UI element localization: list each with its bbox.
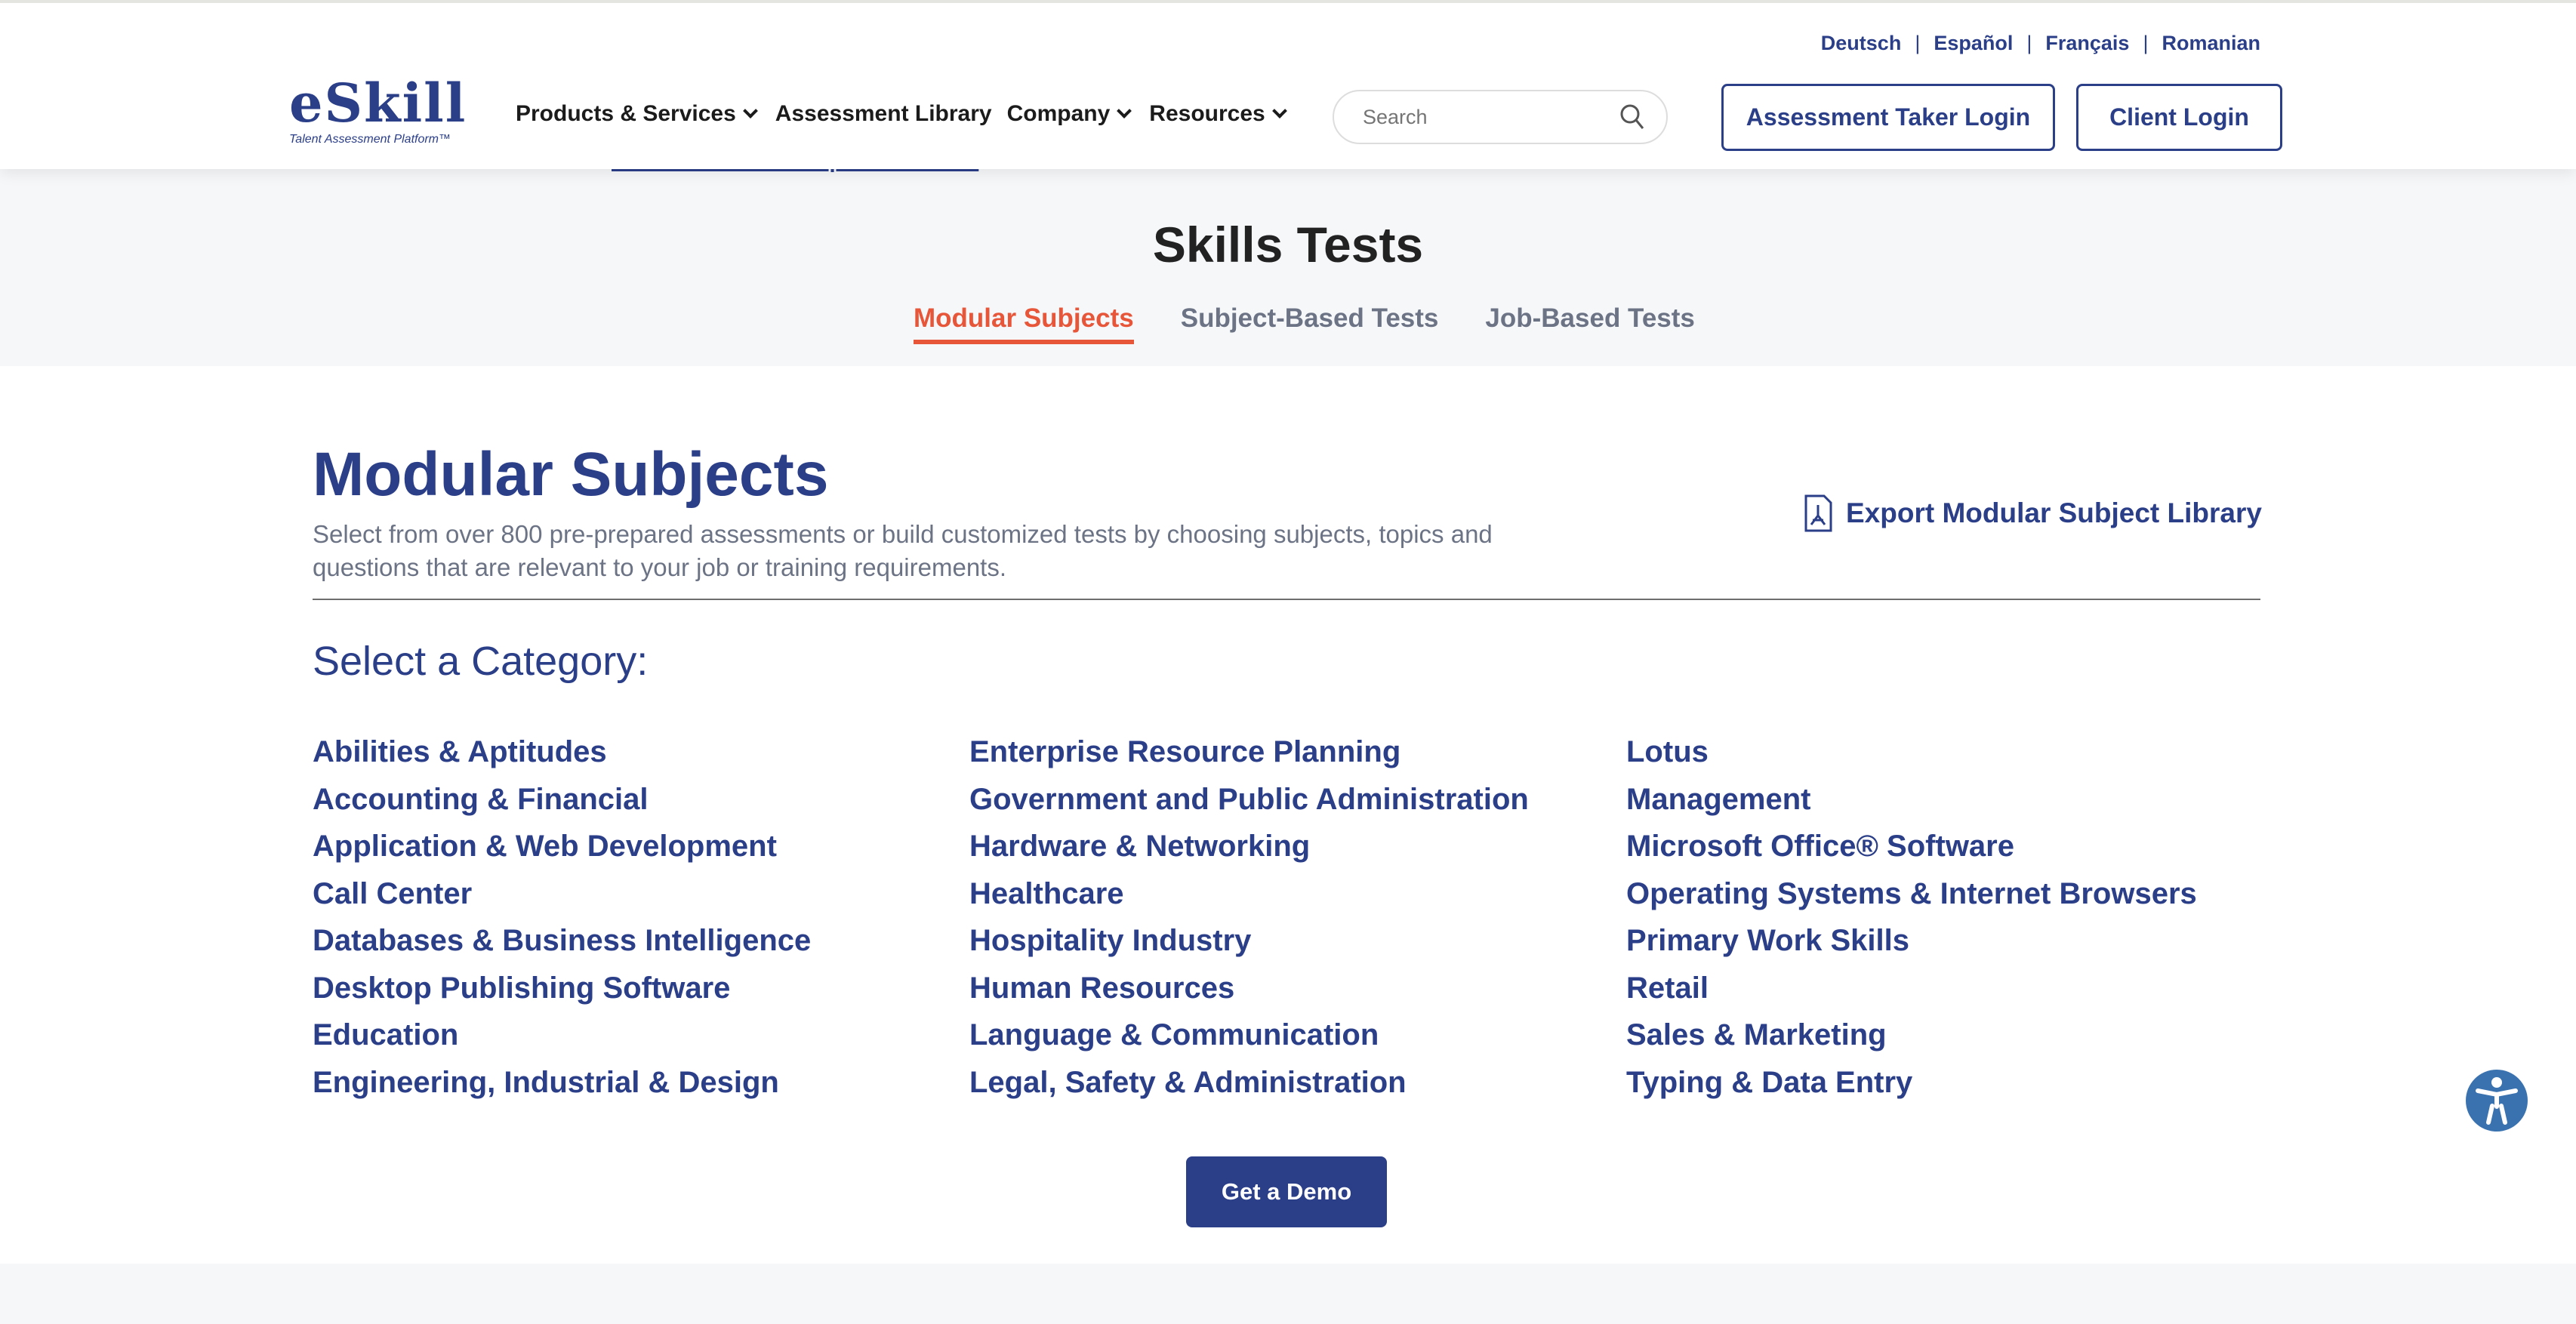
client-login-button[interactable]: Client Login	[2076, 84, 2282, 151]
nav-resources[interactable]: Resources	[1149, 101, 1289, 127]
nav-label: Company	[1006, 101, 1111, 126]
category-heading: Select a Category:	[313, 639, 649, 684]
category-link[interactable]: Typing & Data Entry	[1626, 1059, 2197, 1107]
section-title: Modular Subjects	[313, 440, 829, 509]
main-nav: Products & Services Assessment Library C…	[516, 101, 1290, 127]
export-label: Export Modular Subject Library	[1846, 497, 2262, 528]
accessibility-button[interactable]	[2466, 1070, 2528, 1132]
footer-band	[0, 1264, 2576, 1324]
divider	[313, 599, 2260, 600]
search-input[interactable]	[1363, 105, 1604, 129]
section-description: Select from over 800 pre-prepared assess…	[313, 520, 1493, 581]
category-link[interactable]: Hardware & Networking	[969, 823, 1529, 870]
category-column-1: Abilities & Aptitudes Accounting & Finan…	[313, 728, 811, 1106]
lang-deutsch[interactable]: Deutsch	[1821, 32, 1902, 55]
lang-francais[interactable]: Français	[2045, 32, 2129, 55]
category-link[interactable]: Language & Communication	[969, 1011, 1529, 1059]
tab-modular-subjects[interactable]: Modular Subjects	[914, 303, 1134, 344]
category-column-2: Enterprise Resource Planning Government …	[969, 728, 1529, 1106]
category-link[interactable]: Education	[313, 1011, 811, 1059]
category-link[interactable]: Primary Work Skills	[1626, 917, 2197, 965]
category-link[interactable]: Retail	[1626, 965, 2197, 1012]
page-title: Skills Tests	[1152, 217, 1424, 272]
category-link[interactable]: Legal, Safety & Administration	[969, 1059, 1529, 1107]
category-link[interactable]: Accounting & Financial	[313, 776, 811, 824]
chevron-down-icon	[1117, 103, 1132, 119]
export-library-link[interactable]: Export Modular Subject Library	[1804, 494, 2262, 532]
category-link[interactable]: Sales & Marketing	[1626, 1011, 2197, 1059]
nav-label: Assessment Library	[775, 101, 992, 126]
category-link[interactable]: Databases & Business Intelligence	[313, 917, 811, 965]
category-link[interactable]: Government and Public Administration	[969, 776, 1529, 824]
separator: |	[2143, 32, 2149, 54]
logo-word: eSkill	[289, 72, 467, 134]
nav-products-services[interactable]: Products & Services	[516, 101, 760, 127]
nav-label: Resources	[1149, 101, 1265, 126]
accessibility-icon	[2476, 1077, 2518, 1125]
assessment-taker-login-button[interactable]: Assessment Taker Login	[1721, 84, 2055, 151]
separator: |	[1915, 32, 1921, 54]
get-demo-button[interactable]: Get a Demo	[1186, 1156, 1387, 1227]
tab-job-based-tests[interactable]: Job-Based Tests	[1485, 303, 1695, 344]
category-link[interactable]: Hospitality Industry	[969, 917, 1529, 965]
eskill-logo[interactable]: eSkill Talent Assessment Platform™	[289, 77, 467, 146]
category-link[interactable]: Management	[1626, 776, 2197, 824]
site-header: Deutsch | Español | Français | Romanian eSk…	[0, 0, 2576, 169]
language-switcher: Deutsch | Español | Français | Romanian	[1821, 32, 2260, 55]
nav-label: Products & Services	[516, 101, 736, 126]
test-type-tabs: Modular Subjects Subject-Based Tests Job…	[914, 303, 1695, 344]
category-link[interactable]: Application & Web Development	[313, 823, 811, 870]
lang-espanol[interactable]: Español	[1934, 32, 2013, 55]
tab-subject-based-tests[interactable]: Subject-Based Tests	[1181, 303, 1439, 344]
separator: |	[2026, 32, 2032, 54]
category-link[interactable]: Operating Systems & Internet Browsers	[1626, 870, 2197, 918]
lang-romanian[interactable]: Romanian	[2162, 32, 2260, 55]
category-link[interactable]: Engineering, Industrial & Design	[313, 1059, 811, 1107]
nav-company[interactable]: Company	[1007, 101, 1135, 127]
chevron-down-icon	[742, 103, 758, 119]
category-link[interactable]: Desktop Publishing Software	[313, 965, 811, 1012]
nav-assessment-library[interactable]: Assessment Library	[775, 101, 992, 127]
category-link[interactable]: Healthcare	[969, 870, 1529, 918]
category-link[interactable]: Enterprise Resource Planning	[969, 728, 1529, 776]
category-link[interactable]: Call Center	[313, 870, 811, 918]
logo-tagline: Talent Assessment Platform™	[289, 133, 451, 146]
search-box	[1333, 90, 1668, 144]
category-link[interactable]: Human Resources	[969, 965, 1529, 1012]
chevron-down-icon	[1271, 103, 1287, 119]
search-icon[interactable]	[1619, 103, 1645, 131]
category-link[interactable]: Lotus	[1626, 728, 2197, 776]
pdf-file-icon	[1804, 494, 1832, 532]
category-link[interactable]: Abilities & Aptitudes	[313, 728, 811, 776]
category-column-3: Lotus Management Microsoft Office® Softw…	[1626, 728, 2197, 1106]
category-link[interactable]: Microsoft Office® Software	[1626, 823, 2197, 870]
